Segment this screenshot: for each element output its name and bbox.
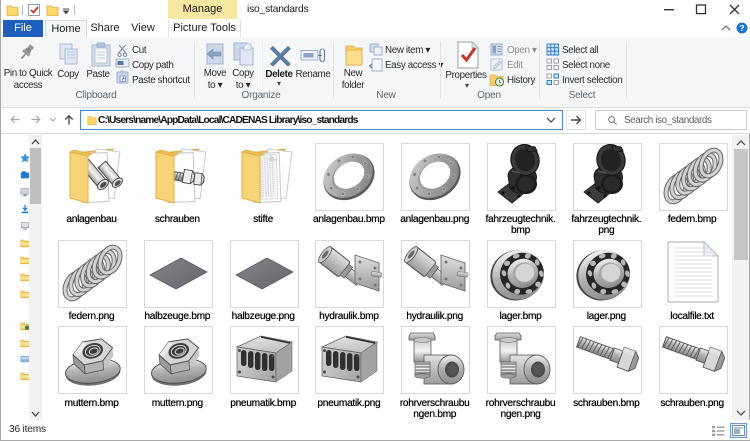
svg-text:?: ?: [739, 23, 744, 33]
